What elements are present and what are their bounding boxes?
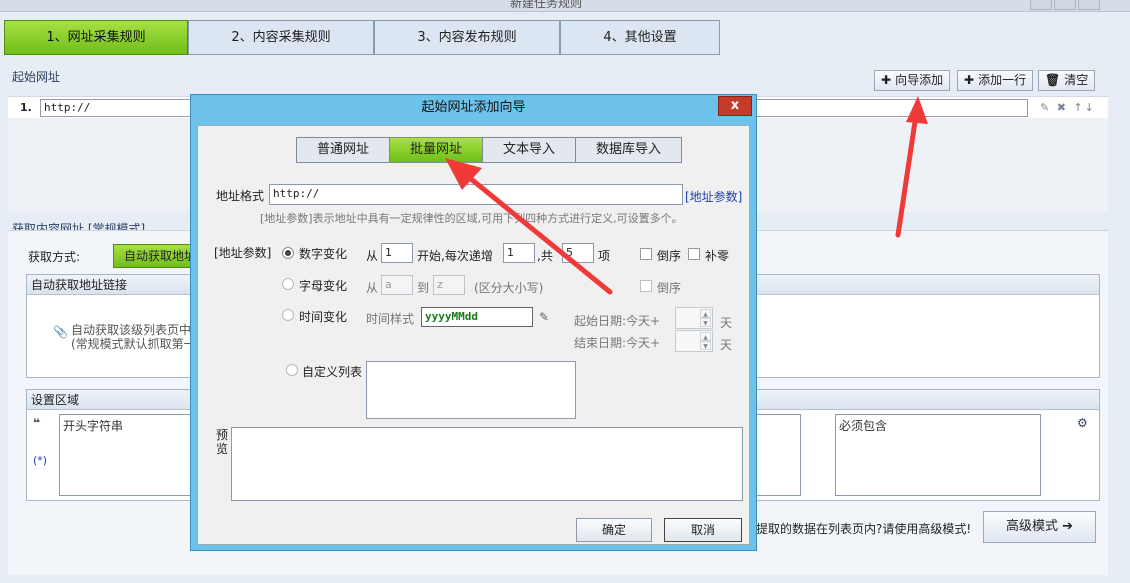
arrow-head-wizard-add <box>906 96 928 124</box>
red-arrow-annotations <box>445 96 928 295</box>
arrow-to-batch-tab <box>457 167 613 295</box>
arrow-to-wizard-add <box>895 112 919 238</box>
